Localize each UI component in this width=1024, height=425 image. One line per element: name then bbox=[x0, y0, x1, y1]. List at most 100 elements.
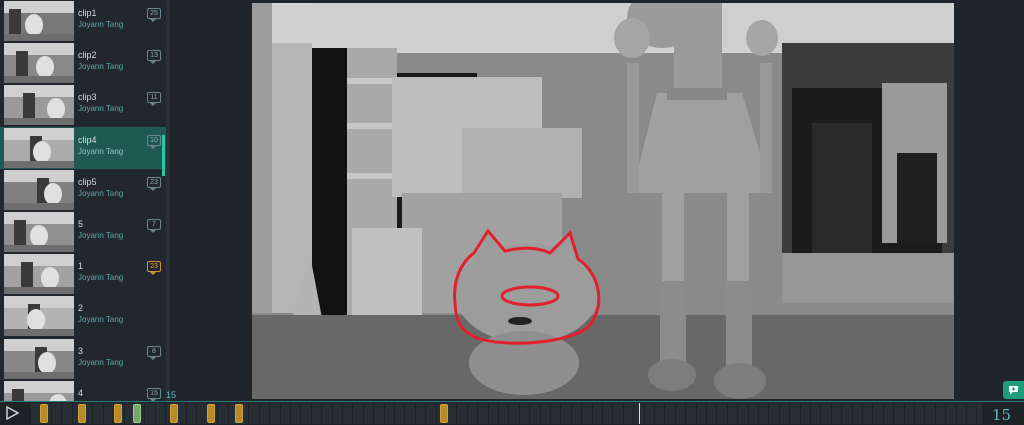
clip-thumbnail bbox=[4, 1, 74, 41]
active-clip-indicator bbox=[162, 135, 165, 176]
clip-thumbnail bbox=[4, 212, 74, 252]
frame-tick bbox=[269, 403, 270, 424]
add-comment-button[interactable] bbox=[1003, 381, 1024, 399]
frame-tick bbox=[654, 403, 655, 424]
clip-list: clip1 Joyann Tang 25 clip2 Joyann Tang 13 clip… bbox=[0, 0, 170, 401]
frame-tick bbox=[61, 403, 62, 424]
frame-tick bbox=[332, 403, 333, 424]
frame-tick bbox=[186, 403, 187, 424]
frame-tick bbox=[259, 403, 260, 424]
frame-tick bbox=[321, 403, 322, 424]
frame-tick bbox=[945, 403, 946, 424]
frame-tick bbox=[748, 403, 749, 424]
frame-tick bbox=[477, 403, 478, 424]
clip-author: Joyann Tang bbox=[78, 315, 124, 324]
frame-tick bbox=[758, 403, 759, 424]
comment-count-badge: 10 bbox=[147, 135, 161, 149]
clip-thumbnail bbox=[4, 254, 74, 294]
clip-author: Joyann Tang bbox=[78, 189, 124, 198]
frame-tick bbox=[581, 403, 582, 424]
comment-count-badge: 11 bbox=[147, 92, 161, 106]
comment-count-badge: 23 bbox=[147, 261, 161, 275]
frame-tick bbox=[384, 403, 385, 424]
clip-name: 5 bbox=[78, 219, 84, 229]
frame-tick bbox=[560, 403, 561, 424]
play-icon bbox=[6, 405, 20, 421]
clip-item[interactable]: clip2 Joyann Tang 13 bbox=[0, 42, 166, 84]
clip-thumbnail bbox=[4, 128, 74, 168]
clip-item[interactable]: 1 Joyann Tang 23 bbox=[0, 253, 166, 295]
clip-item[interactable]: clip3 Joyann Tang 11 bbox=[0, 84, 166, 126]
frame-tick bbox=[862, 403, 863, 424]
frame-tick bbox=[810, 403, 811, 424]
frame-tick bbox=[404, 403, 405, 424]
clip-item[interactable]: clip1 Joyann Tang 25 bbox=[0, 0, 166, 42]
frame-tick bbox=[373, 403, 374, 424]
clip-marker[interactable] bbox=[440, 404, 448, 423]
clip-marker[interactable] bbox=[235, 404, 243, 423]
video-frame bbox=[252, 3, 954, 399]
clip-item[interactable]: clip5 Joyann Tang 23 bbox=[0, 169, 166, 211]
clip-name: clip3 bbox=[78, 92, 97, 102]
clip-marker[interactable] bbox=[114, 404, 122, 423]
frame-tick bbox=[800, 403, 801, 424]
clip-thumbnail bbox=[4, 43, 74, 83]
frame-tick bbox=[852, 403, 853, 424]
clip-item[interactable]: 4Joyann Tang15 bbox=[0, 380, 166, 401]
clip-marker[interactable] bbox=[133, 404, 141, 423]
comment-count-badge: 25 bbox=[147, 8, 161, 22]
frame-tick bbox=[831, 403, 832, 424]
frame-tick bbox=[914, 403, 915, 424]
playhead[interactable] bbox=[639, 403, 640, 424]
frame-tick bbox=[820, 403, 821, 424]
clip-thumbnail bbox=[4, 170, 74, 210]
frame-tick bbox=[196, 403, 197, 424]
frame-tick bbox=[706, 403, 707, 424]
clip-item[interactable]: 5 Joyann Tang 7 bbox=[0, 211, 166, 253]
frame-tick bbox=[467, 403, 468, 424]
video-viewer[interactable] bbox=[252, 3, 954, 399]
frame-tick bbox=[664, 403, 665, 424]
clip-author: Joyann Tang bbox=[78, 62, 124, 71]
clip-list-scrollbar[interactable] bbox=[166, 0, 170, 401]
clip-name: clip5 bbox=[78, 177, 97, 187]
comment-count-badge: 15 bbox=[147, 388, 161, 401]
frame-tick bbox=[290, 403, 291, 424]
current-frame-badge: 15 bbox=[166, 390, 177, 400]
clip-thumbnail bbox=[4, 85, 74, 125]
clip-marker[interactable] bbox=[170, 404, 178, 423]
play-button[interactable] bbox=[4, 405, 20, 421]
clip-marker[interactable] bbox=[207, 404, 215, 423]
clip-name: 3 bbox=[78, 346, 84, 356]
frame-tick bbox=[436, 403, 437, 424]
frame-tick bbox=[280, 403, 281, 424]
frame-tick bbox=[415, 403, 416, 424]
timeline-track[interactable] bbox=[30, 403, 982, 424]
clip-item[interactable]: clip4 Joyann Tang 10 bbox=[0, 127, 166, 169]
clip-item[interactable]: 3 Joyann Tang 8 bbox=[0, 338, 166, 380]
comment-count-badge: 7 bbox=[147, 219, 161, 233]
frame-tick bbox=[228, 403, 229, 424]
frame-tick bbox=[165, 403, 166, 424]
clip-item[interactable]: 2 Joyann Tang bbox=[0, 295, 166, 337]
frame-tick bbox=[633, 403, 634, 424]
clip-thumbnail bbox=[4, 296, 74, 336]
frame-counter: 15 bbox=[992, 406, 1012, 424]
comment-count-badge: 13 bbox=[147, 50, 161, 64]
frame-tick bbox=[352, 403, 353, 424]
frame-tick bbox=[124, 403, 125, 424]
frame-tick bbox=[675, 403, 676, 424]
clip-marker[interactable] bbox=[78, 404, 86, 423]
frame-tick bbox=[311, 403, 312, 424]
clip-name: 1 bbox=[78, 261, 84, 271]
frame-tick bbox=[893, 403, 894, 424]
clip-marker[interactable] bbox=[40, 404, 48, 423]
frame-tick bbox=[716, 403, 717, 424]
comment-count-badge: 8 bbox=[147, 346, 161, 360]
frame-tick bbox=[529, 403, 530, 424]
frame-tick bbox=[976, 403, 977, 424]
frame-tick bbox=[779, 403, 780, 424]
frame-tick bbox=[72, 403, 73, 424]
frame-tick bbox=[956, 403, 957, 424]
frame-tick bbox=[883, 403, 884, 424]
